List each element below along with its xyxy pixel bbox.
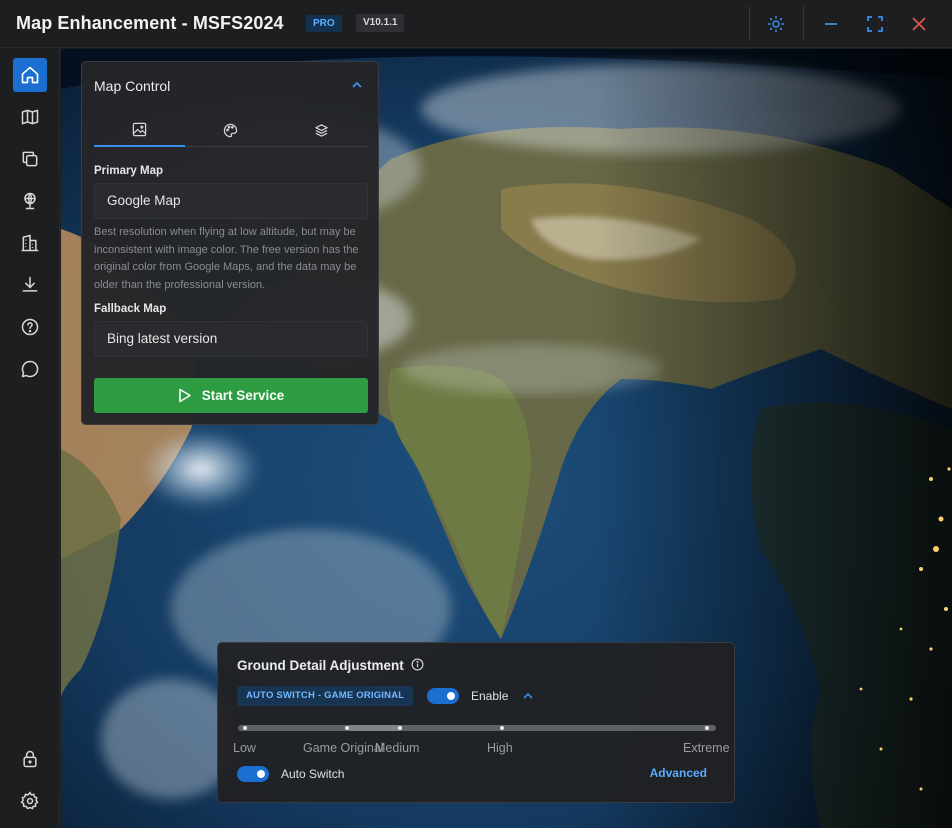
buildings-icon [21,234,39,252]
info-button[interactable] [411,658,424,671]
chevron-up-icon [523,692,533,699]
layers-copy-icon [22,151,38,167]
map-tabs [94,114,368,147]
stack-icon [315,123,328,137]
level-label-low: Low [233,741,256,755]
map-control-panel: Map Control Primary Map Google Map Best … [81,61,379,425]
help-icon [21,318,39,336]
sidebar-item-map[interactable] [13,100,47,134]
chevron-up-icon [352,81,362,88]
detail-level-slider[interactable] [238,725,716,731]
lock-icon [23,750,37,768]
panel-title: Map Control [94,78,171,94]
sidebar-item-globe[interactable] [13,184,47,218]
close-icon [912,17,926,31]
info-icon [411,658,424,671]
sidebar-item-chat[interactable] [13,352,47,386]
slider-tick [345,726,349,730]
start-service-label: Start Service [201,388,285,403]
settings-button[interactable] [13,784,47,818]
chat-icon [21,360,39,378]
slider-tick [705,726,709,730]
sidebar [0,48,60,828]
auto-switch-label: Auto Switch [281,767,345,781]
level-label-extreme: Extreme [683,741,730,755]
tab-image[interactable] [94,114,185,147]
titlebar-divider [803,6,804,40]
globe-pin-icon [24,192,36,210]
palette-icon [223,123,238,137]
ground-detail-title: Ground Detail Adjustment [237,658,404,673]
slider-tick [398,726,402,730]
auto-switch-status-chip: AUTO SWITCH - GAME ORIGINAL [237,686,414,706]
maximize-button[interactable] [863,12,887,36]
close-button[interactable] [907,12,931,36]
enable-label: Enable [471,689,509,703]
minimize-icon [825,23,837,25]
fallback-map-select[interactable]: Bing latest version [94,321,368,357]
fullscreen-icon [867,16,883,32]
play-icon [178,388,191,403]
slider-tick [243,726,247,730]
image-icon [132,122,147,137]
app-title: Map Enhancement - MSFS2024 [16,13,284,33]
titlebar-divider [749,6,750,40]
home-icon [21,66,39,84]
minimize-button[interactable] [819,12,843,36]
version-badge: V10.1.1 [356,14,405,32]
enable-toggle[interactable] [427,688,459,704]
lock-button[interactable] [13,742,47,776]
fallback-map-label: Fallback Map [94,303,167,315]
primary-map-select[interactable]: Google Map [94,183,368,219]
sidebar-item-buildings[interactable] [13,226,47,260]
primary-map-label: Primary Map [94,165,164,177]
sidebar-item-help[interactable] [13,310,47,344]
slider-tick [500,726,504,730]
level-label-high: High [487,741,513,755]
expand-toggle-button[interactable] [521,689,535,703]
level-label-game-original: Game Original [303,741,384,755]
collapse-panel-button[interactable] [350,78,364,92]
settings-icon [20,791,39,810]
level-label-medium: Medium [375,741,420,755]
theme-toggle-button[interactable] [764,12,788,36]
sidebar-item-download[interactable] [13,268,47,302]
advanced-link[interactable]: Advanced [650,766,707,780]
tab-layers[interactable] [276,114,367,146]
primary-map-description: Best resolution when flying at low altit… [94,226,359,291]
tab-color[interactable] [185,114,276,146]
title-bar: Map Enhancement - MSFS2024 PRO V10.1.1 [0,0,952,48]
pro-badge: PRO [306,15,342,32]
sidebar-item-copy[interactable] [13,142,47,176]
map-icon [21,109,39,125]
download-icon [22,276,38,292]
ground-detail-panel: Ground Detail Adjustment AUTO SWITCH - G… [217,642,735,803]
auto-switch-toggle[interactable] [237,766,269,782]
sun-icon [767,15,785,33]
slider-selected-range [348,725,402,731]
sidebar-item-home[interactable] [13,58,47,92]
start-service-button[interactable]: Start Service [94,378,368,413]
